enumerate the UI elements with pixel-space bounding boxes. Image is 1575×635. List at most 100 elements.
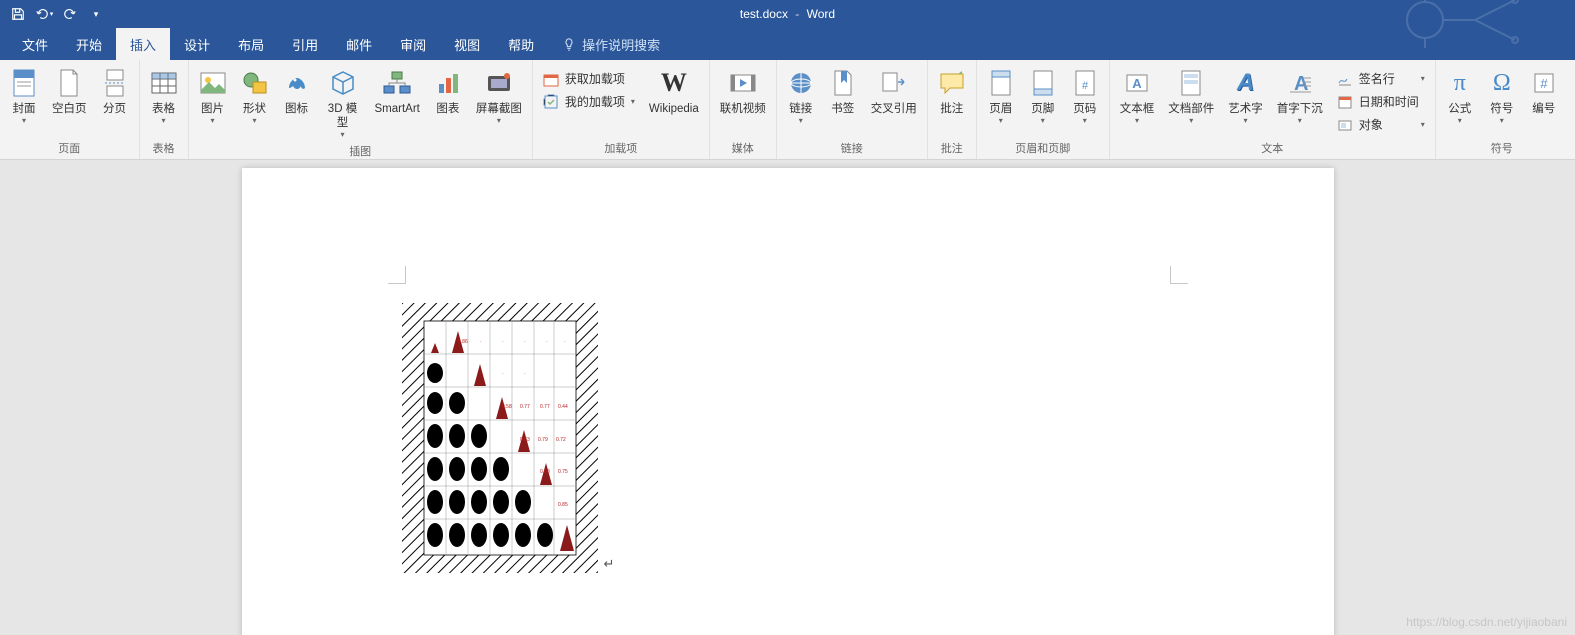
table-button[interactable]: 表格▾ (144, 64, 184, 127)
blank-page-icon (57, 66, 81, 100)
group-pages: 封面▾ 空白页 分页 页面 (0, 60, 140, 159)
page-break-button[interactable]: 分页 (95, 64, 135, 118)
group-headerfooter-label: 页眉和页脚 (981, 138, 1105, 159)
svg-text:0.44: 0.44 (558, 404, 568, 410)
link-button[interactable]: 链接▾ (781, 64, 821, 127)
cover-page-button[interactable]: 封面▾ (4, 64, 44, 127)
tab-file[interactable]: 文件 (8, 28, 62, 60)
addins-icon (543, 94, 559, 110)
group-links-label: 链接 (781, 138, 923, 159)
my-addins-button[interactable]: 我的加载项 ▾ (537, 91, 641, 112)
footer-button[interactable]: 页脚▾ (1023, 64, 1063, 127)
svg-text:0.72: 0.72 (556, 437, 566, 443)
blank-page-button[interactable]: 空白页 (46, 64, 93, 118)
chart-button[interactable]: 图表 (428, 64, 468, 118)
cross-reference-button[interactable]: 交叉引用 (865, 64, 923, 118)
equation-button[interactable]: π 公式▾ (1440, 64, 1480, 127)
tab-view[interactable]: 视图 (440, 28, 494, 60)
icons-button[interactable]: 图标 (277, 64, 317, 118)
chevron-down-icon: ▾ (1189, 116, 1193, 125)
wikipedia-icon: W (661, 66, 687, 100)
wordart-button[interactable]: A 艺术字▾ (1222, 64, 1269, 127)
chevron-down-icon: ▾ (340, 130, 344, 139)
svg-text:0.79: 0.79 (538, 437, 548, 443)
chevron-down-icon: ▾ (1083, 116, 1087, 125)
tab-insert[interactable]: 插入 (116, 28, 170, 60)
symbol-button[interactable]: Ω 符号▾ (1482, 64, 1522, 127)
svg-text:#: # (1082, 80, 1089, 92)
number-icon: # (1532, 66, 1556, 100)
tell-me-search[interactable]: 操作说明搜索 (548, 28, 660, 60)
svg-text:0.77: 0.77 (520, 404, 530, 410)
svg-text:0.88: 0.88 (540, 469, 550, 475)
watermark-text: https://blog.csdn.net/yijiaobani (1406, 615, 1567, 629)
lightbulb-icon (562, 37, 576, 51)
online-video-button[interactable]: 联机视频 (714, 64, 772, 118)
screenshot-icon (485, 66, 513, 100)
svg-text:#: # (1540, 76, 1548, 91)
cube-icon (329, 66, 357, 100)
group-addins-label: 加载项 (537, 138, 705, 159)
picture-button[interactable]: 图片▾ (193, 64, 233, 127)
redo-button[interactable] (58, 2, 82, 26)
datetime-button[interactable]: 日期和时间 (1331, 91, 1431, 112)
header-button[interactable]: 页眉▾ (981, 64, 1021, 127)
tab-help[interactable]: 帮助 (494, 28, 548, 60)
symbol-icon: Ω (1493, 66, 1511, 100)
shapes-icon (241, 66, 269, 100)
bookmark-button[interactable]: 书签 (823, 64, 863, 118)
tab-mailings[interactable]: 邮件 (332, 28, 386, 60)
quick-parts-button[interactable]: 文档部件▾ (1162, 64, 1220, 127)
smartart-button[interactable]: SmartArt (369, 64, 426, 118)
tab-design[interactable]: 设计 (170, 28, 224, 60)
comment-button[interactable]: 批注 (932, 64, 972, 118)
group-illustrations-label: 插图 (193, 141, 528, 162)
chevron-down-icon: ▾ (161, 116, 165, 125)
svg-text:0.83: 0.83 (520, 437, 530, 443)
chevron-down-icon: ▾ (1041, 116, 1045, 125)
svg-text:0.75: 0.75 (558, 469, 568, 475)
tab-home[interactable]: 开始 (62, 28, 116, 60)
pagenum-icon: # (1073, 66, 1097, 100)
tab-review[interactable]: 审阅 (386, 28, 440, 60)
page: 0.86····· ··· 0.580.770.770.44 0.830.790… (242, 168, 1334, 635)
page-number-button[interactable]: # 页码▾ (1065, 64, 1105, 127)
textbox-button[interactable]: A 文本框▾ (1114, 64, 1161, 127)
tab-references[interactable]: 引用 (278, 28, 332, 60)
link-icon (787, 66, 815, 100)
margin-marker-top-right (1170, 266, 1188, 284)
icons-icon (283, 66, 311, 100)
wikipedia-button[interactable]: W Wikipedia (643, 64, 705, 118)
svg-text:0.85: 0.85 (558, 502, 568, 508)
group-media: 联机视频 媒体 (710, 60, 777, 159)
chart-icon (435, 66, 461, 100)
chevron-down-icon: ▾ (252, 116, 256, 125)
wordart-icon: A (1237, 66, 1254, 100)
tab-layout[interactable]: 布局 (224, 28, 278, 60)
picture-icon (199, 66, 227, 100)
save-button[interactable] (6, 2, 30, 26)
object-icon (1337, 117, 1353, 133)
tell-me-label: 操作说明搜索 (582, 35, 660, 54)
screenshot-button[interactable]: 屏幕截图▾ (470, 64, 528, 127)
dropcap-button[interactable]: A 首字下沉▾ (1271, 64, 1329, 127)
shapes-button[interactable]: 形状▾ (235, 64, 275, 127)
svg-text:0.58: 0.58 (502, 404, 512, 410)
app-name: Word (807, 7, 835, 21)
3d-models-button[interactable]: 3D 模型▾ (319, 64, 367, 141)
quick-access-toolbar: ▾ ▾ (0, 2, 108, 26)
video-icon (728, 66, 758, 100)
signature-icon (1337, 71, 1353, 87)
group-comments: 批注 批注 (928, 60, 977, 159)
number-button[interactable]: # 编号 (1524, 64, 1564, 118)
bookmark-icon (831, 66, 855, 100)
signature-line-button[interactable]: 签名行▾ (1331, 68, 1431, 89)
object-button[interactable]: 对象▾ (1331, 114, 1431, 135)
chevron-down-icon: ▾ (210, 116, 214, 125)
group-comments-label: 批注 (932, 138, 972, 159)
document-canvas[interactable]: 0.86····· ··· 0.580.770.770.44 0.830.790… (0, 160, 1575, 635)
get-addins-button[interactable]: 获取加载项 (537, 68, 641, 89)
undo-button[interactable]: ▾ (32, 2, 56, 26)
qat-customize-button[interactable]: ▾ (84, 2, 108, 26)
embedded-plot-image[interactable]: 0.86····· ··· 0.580.770.770.44 0.830.790… (402, 303, 598, 573)
